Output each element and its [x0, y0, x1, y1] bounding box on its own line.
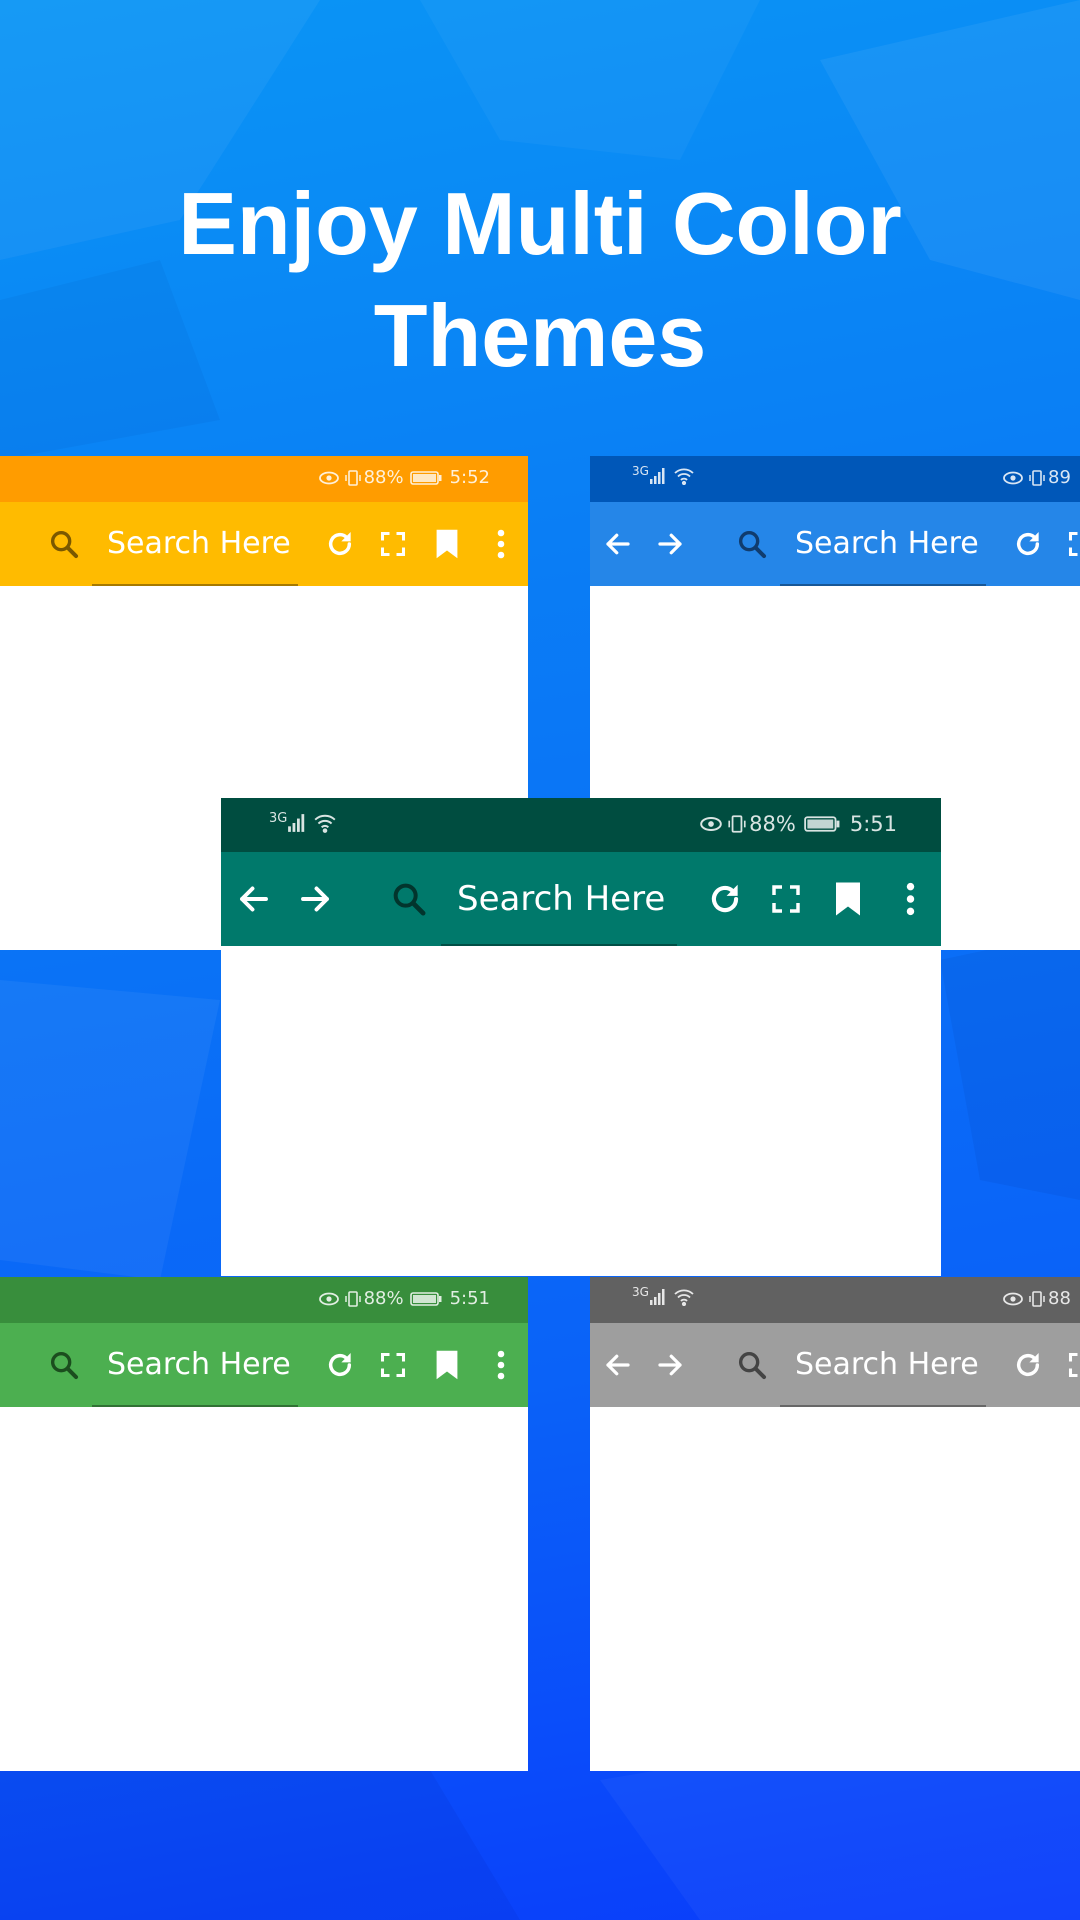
- status-bar: 88% 5:51: [0, 1277, 528, 1323]
- toolbar: Search Here: [590, 502, 1080, 586]
- fullscreen-icon[interactable]: [1061, 1345, 1080, 1385]
- refresh-icon[interactable]: [1008, 1345, 1048, 1385]
- battery-icon: [409, 1291, 442, 1307]
- battery-icon: [409, 470, 442, 486]
- toolbar: Search Here: [0, 1323, 528, 1407]
- search-icon[interactable]: [44, 524, 84, 564]
- refresh-icon[interactable]: [702, 876, 748, 922]
- network-type: 3G: [632, 464, 649, 478]
- status-left: 3G: [632, 464, 695, 485]
- more-vert-icon[interactable]: [481, 1345, 521, 1385]
- battery-percent: 88%: [363, 467, 404, 488]
- refresh-icon[interactable]: [320, 1345, 360, 1385]
- status-time: 5:51: [849, 812, 897, 836]
- refresh-icon[interactable]: [1008, 524, 1048, 564]
- forward-arrow-icon[interactable]: [650, 1345, 690, 1385]
- bookmark-icon[interactable]: [427, 1345, 467, 1385]
- signal-icon: [287, 813, 307, 833]
- status-bar: 88% 5:52: [0, 456, 528, 502]
- vibrate-icon: [1028, 469, 1046, 487]
- headline-line-2: Themes: [373, 286, 707, 385]
- back-arrow-icon[interactable]: [598, 1345, 638, 1385]
- status-bar: 3G 88% 5:51: [221, 798, 941, 852]
- network-type: 3G: [269, 810, 288, 826]
- eye-icon: [1002, 470, 1024, 486]
- more-vert-icon[interactable]: [481, 524, 521, 564]
- battery-percent: 88%: [749, 812, 796, 836]
- back-arrow-icon[interactable]: [231, 876, 277, 922]
- status-right: 88% 5:51: [699, 812, 897, 836]
- search-underline: [92, 1405, 298, 1407]
- more-vert-icon[interactable]: [887, 876, 933, 922]
- fullscreen-icon[interactable]: [373, 524, 413, 564]
- search-icon[interactable]: [44, 1345, 84, 1385]
- bookmark-icon[interactable]: [427, 524, 467, 564]
- status-right: 88% 5:52: [318, 467, 490, 488]
- wifi-icon: [313, 813, 337, 833]
- search-underline: [780, 584, 986, 586]
- status-right: 88% 5:51: [318, 1288, 490, 1309]
- vibrate-icon: [727, 814, 747, 834]
- vibrate-icon: [344, 469, 362, 487]
- search-underline: [92, 584, 298, 586]
- signal-icon: [649, 467, 667, 485]
- vibrate-icon: [1028, 1290, 1046, 1308]
- back-arrow-icon[interactable]: [598, 524, 638, 564]
- status-time: 5:52: [449, 467, 490, 488]
- status-right: 89: [1002, 467, 1071, 488]
- eye-icon: [699, 815, 723, 833]
- status-left: 3G: [269, 810, 337, 833]
- toolbar: Search Here: [0, 502, 528, 586]
- headline-line-1: Enjoy Multi Color: [178, 174, 902, 273]
- theme-card-grey: 3G 88 Search Here: [590, 1277, 1080, 1771]
- status-bar: 3G 88: [590, 1277, 1080, 1323]
- wifi-icon: [673, 1288, 695, 1306]
- fullscreen-icon[interactable]: [373, 1345, 413, 1385]
- search-input[interactable]: Search Here: [795, 1347, 979, 1383]
- theme-card-teal: 3G 88% 5:51 Search Here: [221, 798, 941, 1276]
- search-input[interactable]: Search Here: [107, 526, 291, 562]
- toolbar: Search Here: [221, 852, 941, 946]
- search-input[interactable]: Search Here: [795, 526, 979, 562]
- status-bar: 3G 89: [590, 456, 1080, 502]
- vibrate-icon: [344, 1290, 362, 1308]
- fullscreen-icon[interactable]: [1061, 524, 1080, 564]
- bookmark-icon[interactable]: [825, 876, 871, 922]
- search-input[interactable]: Search Here: [107, 1347, 291, 1383]
- battery-percent: 88%: [363, 1288, 404, 1309]
- refresh-icon[interactable]: [320, 524, 360, 564]
- signal-icon: [649, 1288, 667, 1306]
- headline: Enjoy Multi Color Themes: [0, 168, 1080, 392]
- battery-percent: 89: [1048, 467, 1071, 488]
- battery-percent: 88: [1048, 1288, 1071, 1309]
- network-type: 3G: [632, 1285, 649, 1299]
- forward-arrow-icon[interactable]: [650, 524, 690, 564]
- eye-icon: [318, 470, 340, 486]
- toolbar: Search Here: [590, 1323, 1080, 1407]
- forward-arrow-icon[interactable]: [292, 876, 338, 922]
- eye-icon: [1002, 1291, 1024, 1307]
- search-underline: [780, 1405, 986, 1407]
- theme-card-green: 88% 5:51 Search Here: [0, 1277, 528, 1771]
- status-right: 88: [1002, 1288, 1071, 1309]
- search-icon[interactable]: [732, 524, 772, 564]
- fullscreen-icon[interactable]: [763, 876, 809, 922]
- search-icon[interactable]: [386, 876, 432, 922]
- wifi-icon: [673, 467, 695, 485]
- status-time: 5:51: [449, 1288, 490, 1309]
- eye-icon: [318, 1291, 340, 1307]
- search-icon[interactable]: [732, 1345, 772, 1385]
- status-left: 3G: [632, 1285, 695, 1306]
- battery-icon: [804, 815, 840, 833]
- search-underline: [441, 944, 677, 946]
- search-input[interactable]: Search Here: [457, 879, 665, 919]
